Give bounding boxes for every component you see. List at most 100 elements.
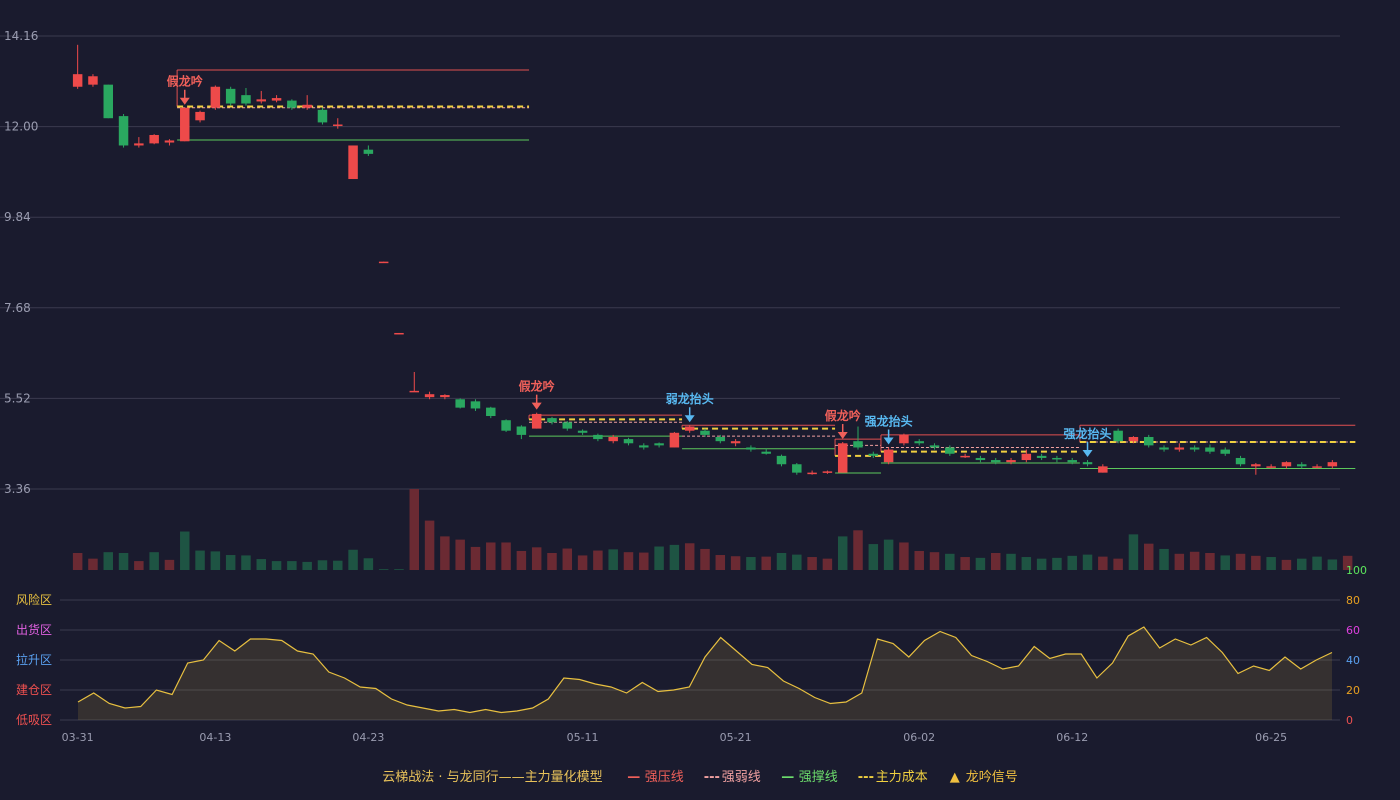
candle-body [180,107,190,142]
volume-bar [287,561,297,570]
candle-body [394,332,404,335]
candle [914,439,924,446]
volume-bar [929,552,940,570]
volume-bar [317,560,328,570]
volume-bar [1266,557,1276,570]
osc-zone-label: 出货区 [16,622,52,637]
candle [501,419,511,432]
candle-body [639,445,649,448]
volume-bar [669,544,680,570]
candle-body [776,455,787,465]
candle [807,470,817,475]
candle [287,99,297,110]
candle-body [103,84,113,119]
candle-body [1113,430,1123,442]
candle-body [1205,447,1215,452]
volume-bar [424,520,435,570]
candle-body [853,441,863,448]
candle [164,139,175,146]
legend-label: 强撑线 [798,770,838,785]
volume-bar [776,552,787,570]
volume-bar [1205,552,1215,570]
candle-body [1143,436,1154,446]
legend-symbol: --- [857,770,874,785]
candle-body [1067,460,1077,463]
candle-body [72,74,83,87]
candle-body [486,407,496,417]
price-axis: 14.16 12.00 9.84 7.68 5.52 3.36 [4,29,38,496]
candle-body [1052,457,1062,460]
candle [654,442,664,448]
candle-body [241,95,251,104]
volume-bar [715,555,726,570]
candle-body [118,116,129,146]
candle-body [975,457,986,461]
candle [1052,455,1062,463]
legend-item: — 强撑线 [781,766,838,785]
volume-bar [470,546,481,570]
candle-body [1159,447,1169,450]
candle-body [378,261,389,264]
osc-tick-label: 60 [1346,624,1360,637]
candle [1235,455,1246,467]
volume-bar [608,549,618,570]
legend-symbol: — [781,770,795,785]
volume-bar [271,561,282,570]
legend-item: --- 主力成本 [858,766,928,785]
legend-label: 强弱线 [721,770,761,785]
candle-body [1251,464,1261,467]
volume-bar [1036,558,1047,570]
candle-body [700,430,710,435]
candle-body [1021,453,1032,461]
candle-body [623,439,634,444]
candle [195,110,205,123]
volume-bar [914,550,924,570]
candle [1266,464,1276,469]
volume-bar [1021,557,1032,570]
candle [180,107,190,142]
volume-bar [1189,551,1200,570]
support-resistance-levels [176,69,1356,474]
candle-body [455,399,465,408]
volume-bar [394,569,404,570]
legend-item: --- 强弱线 [704,766,761,785]
osc-zone-label: 建仓区 [16,683,52,697]
candle [1113,428,1123,444]
price-tick-label: 12.00 [4,120,38,134]
candle [822,470,833,474]
grid-lines [0,35,1340,490]
candle-body [562,422,573,429]
signal-marker: 假龙吟 [825,408,861,440]
candle-body [149,134,159,144]
volume-bar [654,546,664,570]
volume-bar [1067,555,1077,570]
volume-bar [577,555,588,570]
candle-body [929,445,940,448]
signal-arrow-head [531,402,542,410]
volume-bar [180,531,190,570]
volume-bar [1113,558,1123,570]
candle-body [348,145,358,180]
volume-bar [1281,559,1292,570]
date-tick-label: 05-21 [720,731,752,744]
candle [547,416,557,425]
candle [1082,460,1093,467]
candle-body [225,88,236,104]
signal-label: 假龙吟 [167,74,203,89]
candle [1327,460,1338,469]
candle [348,145,358,180]
candle [210,85,221,110]
volume-bar [899,542,909,570]
candle [761,448,771,455]
date-axis: 03-31 04-13 04-23 05-11 05-21 06-02 06-12 06-25… [62,731,1287,744]
volume-bar [700,548,710,570]
volume-bar [1174,553,1185,570]
candle [562,421,573,431]
candle [256,90,267,104]
date-tick-label: 05-11 [567,731,599,744]
candle [669,431,680,448]
candle [853,426,863,450]
legend-symbol: — [627,770,641,785]
candle-body [271,98,282,101]
candle [1312,464,1322,469]
